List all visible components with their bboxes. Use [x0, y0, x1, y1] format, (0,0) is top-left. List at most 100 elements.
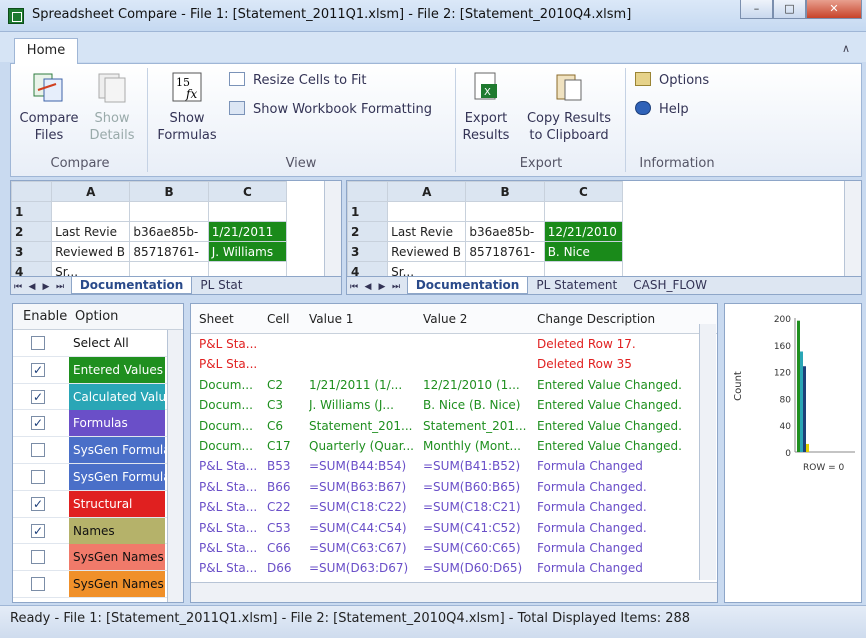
option-checkbox[interactable]: ✓	[31, 389, 45, 404]
sheet-tab-documentation[interactable]: Documentation	[70, 277, 193, 294]
cell[interactable]	[207, 201, 288, 222]
changed-cell[interactable]: 1/21/2011	[207, 221, 288, 242]
next-sheet-arrow-icon[interactable]: ▶	[375, 282, 389, 292]
option-checkbox[interactable]	[31, 550, 45, 565]
cell[interactable]: 85718761-	[465, 241, 545, 262]
result-row[interactable]: P&L Sta... B53 =SUM(B44:B54) =SUM(B41:B52) F…	[191, 456, 717, 476]
cell[interactable]: Last Revie	[387, 221, 467, 242]
sheet-column-header[interactable]: Sheet	[199, 312, 234, 326]
result-row[interactable]: P&L Sta... Deleted Row 35	[191, 354, 717, 374]
option-row[interactable]: ✓ Entered Values	[13, 356, 183, 384]
option-checkbox[interactable]	[31, 577, 45, 592]
prev-sheet-arrow-icon[interactable]: ◀	[361, 282, 375, 292]
copy-results-button[interactable]: Copy Results to Clipboard	[519, 70, 619, 144]
row-header[interactable]: 2	[11, 221, 53, 242]
right-grid-vscrollbar[interactable]	[844, 181, 861, 277]
result-row[interactable]: Docum... C6 Statement_201... Statement_201.…	[191, 416, 717, 436]
left-workbook-grid[interactable]: A B C 1 2 Last Revie b36ae85b- 1/21/2011 3R…	[10, 180, 342, 295]
col-header[interactable]: B	[129, 181, 209, 202]
result-row[interactable]: P&L Sta... C53 =SUM(C44:C54) =SUM(C41:C52) F…	[191, 518, 717, 538]
option-checkbox[interactable]	[31, 469, 45, 484]
results-hscrollbar[interactable]	[191, 582, 717, 602]
cell[interactable]: Reviewed B	[51, 241, 131, 262]
maximize-button[interactable]: □	[773, 0, 806, 19]
option-row[interactable]: Select All	[13, 330, 183, 357]
option-checkbox[interactable]: ✓	[31, 523, 45, 538]
show-formulas-button[interactable]: 15 fx Show Formulas	[155, 70, 219, 144]
left-grid-vscrollbar[interactable]	[324, 181, 341, 277]
options-button[interactable]: Options	[635, 72, 709, 88]
col-header[interactable]: A	[387, 181, 467, 202]
compare-files-button[interactable]: Compare Files	[17, 70, 81, 144]
cell[interactable]	[129, 201, 209, 222]
option-checkbox[interactable]	[31, 443, 45, 458]
next-sheet-arrow-icon[interactable]: ▶	[39, 282, 53, 292]
collapse-ribbon-icon[interactable]: ∧	[842, 42, 850, 55]
col-header[interactable]: C	[543, 181, 624, 202]
close-button[interactable]: ✕	[806, 0, 862, 19]
first-sheet-arrow-icon[interactable]: ⏮	[11, 282, 25, 292]
value1-column-header[interactable]: Value 1	[309, 312, 353, 326]
option-row[interactable]: SysGen Formulas	[13, 463, 183, 491]
show-details-button[interactable]: Show Details	[85, 70, 139, 144]
result-row[interactable]: P&L Sta... C22 =SUM(C18:C22) =SUM(C18:C21) F…	[191, 497, 717, 517]
cell[interactable]	[387, 201, 467, 222]
row-header[interactable]: 1	[11, 201, 53, 222]
corner-cell[interactable]	[347, 181, 389, 202]
result-row[interactable]: P&L Sta... B66 =SUM(B63:B67) =SUM(B60:B65) F…	[191, 477, 717, 497]
option-row[interactable]: SysGen Formulas	[13, 437, 183, 464]
option-checkbox[interactable]: ✓	[31, 416, 45, 431]
change-description-column-header[interactable]: Change Description	[537, 312, 655, 326]
last-sheet-arrow-icon[interactable]: ⏭	[389, 282, 403, 292]
changed-cell[interactable]: B. Nice	[543, 241, 624, 262]
col-header[interactable]: B	[465, 181, 545, 202]
cell[interactable]	[465, 201, 545, 222]
cell[interactable]: b36ae85b-	[465, 221, 545, 242]
row-header[interactable]: 1	[347, 201, 389, 222]
option-checkbox[interactable]: ✓	[31, 496, 45, 511]
cell[interactable]: Last Revie	[51, 221, 131, 242]
row-header[interactable]: 3	[347, 241, 389, 262]
cell[interactable]: 85718761-	[129, 241, 209, 262]
option-checkbox[interactable]: ✓	[31, 362, 45, 377]
col-header[interactable]: A	[51, 181, 131, 202]
sheet-tab-cash-flow[interactable]: CASH_FLOW	[625, 277, 715, 294]
result-row[interactable]: Docum... C2 1/21/2011 (1/... 12/21/2010 (1.…	[191, 375, 717, 395]
changed-cell[interactable]: 12/21/2010	[543, 221, 624, 242]
option-checkbox[interactable]	[31, 336, 45, 350]
options-vscrollbar[interactable]	[167, 330, 183, 602]
row-header[interactable]: 3	[11, 241, 53, 262]
option-row[interactable]: ✓ Formulas	[13, 410, 183, 438]
resize-cells-button[interactable]: Resize Cells to Fit	[229, 72, 366, 88]
help-button[interactable]: Help	[635, 101, 689, 117]
row-header[interactable]: 2	[347, 221, 389, 242]
cell[interactable]: b36ae85b-	[129, 221, 209, 242]
show-workbook-formatting-button[interactable]: Show Workbook Formatting	[229, 101, 432, 117]
option-row[interactable]: SysGen Names	[13, 571, 183, 598]
prev-sheet-arrow-icon[interactable]: ◀	[25, 282, 39, 292]
cell-column-header[interactable]: Cell	[267, 312, 289, 326]
result-row[interactable]: Docum... C3 J. Williams (J... B. Nice (B. N…	[191, 395, 717, 415]
sheet-tab-documentation[interactable]: Documentation	[406, 277, 529, 294]
corner-cell[interactable]	[11, 181, 53, 202]
cell[interactable]	[51, 201, 131, 222]
sheet-tab-pl-statement[interactable]: PL Stat	[192, 277, 250, 294]
option-row[interactable]: ✓ Calculated Values	[13, 383, 183, 411]
last-sheet-arrow-icon[interactable]: ⏭	[53, 282, 67, 292]
first-sheet-arrow-icon[interactable]: ⏮	[347, 282, 361, 292]
result-row[interactable]: P&L Sta... D66 =SUM(D63:D67) =SUM(D60:D65) F…	[191, 558, 717, 578]
results-vscrollbar[interactable]	[699, 324, 716, 580]
option-row[interactable]: ✓ Structural	[13, 490, 183, 518]
sheet-tab-pl-statement[interactable]: PL Statement	[528, 277, 625, 294]
option-row[interactable]: ✓ Names	[13, 517, 183, 545]
result-row[interactable]: P&L Sta... C66 =SUM(C63:C67) =SUM(C60:C65) F…	[191, 538, 717, 558]
option-row[interactable]: SysGen Names	[13, 544, 183, 572]
cell[interactable]	[543, 201, 624, 222]
export-results-button[interactable]: X Export Results	[459, 70, 513, 144]
changed-cell[interactable]: J. Williams	[207, 241, 288, 262]
right-workbook-grid[interactable]: A B C 1 2 Last Revie b36ae85b- 12/21/2010 3…	[346, 180, 862, 295]
result-row[interactable]: P&L Sta... Deleted Row 17.	[191, 334, 717, 354]
result-row[interactable]: Docum... C17 Quarterly (Quar... Monthly (Mo…	[191, 436, 717, 456]
minimize-button[interactable]: –	[740, 0, 773, 19]
value2-column-header[interactable]: Value 2	[423, 312, 467, 326]
